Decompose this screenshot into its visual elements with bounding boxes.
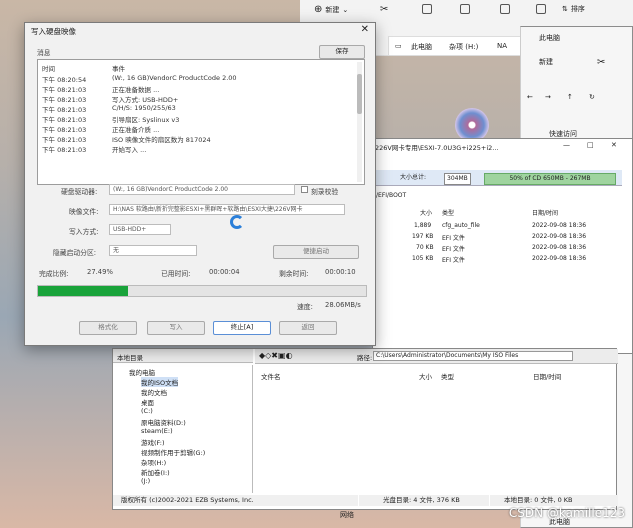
- log-scrollbar[interactable]: [357, 62, 362, 182]
- folder-icon: ▭: [395, 42, 402, 50]
- list-item: 下午 08:21:03 开始写入 ...: [42, 146, 147, 154]
- tree-item[interactable]: 我的电脑: [129, 367, 155, 377]
- size-info-bar: 大小总计: 304MB 50% of CD 650MB - 267MB: [372, 170, 622, 186]
- tree-item[interactable]: 我的文档: [141, 387, 167, 397]
- tree-item[interactable]: 视频制作用于剪辑(G:): [141, 447, 205, 457]
- new-label: 新建: [325, 5, 340, 14]
- list-item: 下午 08:21:03 C/H/S: 1950/255/63: [42, 104, 176, 114]
- list-item: 下午 08:20:54 (W:, 16 GB)VendorC ProductCod…: [42, 74, 237, 84]
- local-status: 本地目录: 0 文件, 0 KB: [490, 495, 618, 506]
- minimize-icon[interactable]: —: [563, 141, 570, 149]
- dialog-title: 写入硬盘映像: [31, 27, 76, 36]
- iso-path: /EFI/BOOT: [376, 192, 407, 199]
- refresh-icon[interactable]: ↻: [589, 93, 595, 101]
- verify-label: 刻录校验: [311, 188, 339, 196]
- share-icon[interactable]: [536, 4, 546, 14]
- toolbar-icons[interactable]: ◆◇✖▣◐: [259, 351, 293, 360]
- local-path-bar: ◆◇✖▣◐ 路径: C:\Users\Administrator\Documen…: [255, 349, 618, 364]
- iso-file-list: 大小 类型 日期/时间 1,889 cfg_auto_file 2022-09-08…: [372, 206, 622, 326]
- log-list: 时间 事件 下午 08:20:54 (W:, 16 GB)VendorC Prod…: [37, 59, 365, 185]
- list-item: 下午 08:21:03 正在准备介质 ...: [42, 126, 160, 134]
- disc-status: 光盘目录: 4 文件, 376 KB: [359, 495, 489, 506]
- elapsed-time: 00:00:04: [209, 268, 240, 276]
- percent-complete: 27.49%: [87, 268, 113, 276]
- write-disk-image-dialog: 写入硬盘映像 ✕ 消息 保存 时间 事件 下午 08:20:54 (W:, 16 …: [24, 22, 376, 346]
- sort-button[interactable]: ⇅ 排序: [562, 4, 585, 14]
- local-dir-header: 本地目录: [113, 349, 253, 363]
- tree-item[interactable]: 我的ISO文档: [141, 377, 179, 387]
- list-item: 下午 08:21:03 ISO 映像文件的扇区数为 817024: [42, 136, 211, 144]
- save-button[interactable]: 保存: [319, 45, 365, 59]
- table-row[interactable]: 105 KB EFI 文件 2022-09-08 18:36: [372, 255, 622, 264]
- table-row[interactable]: 70 KB EFI 文件 2022-09-08 18:36: [372, 244, 622, 253]
- chevron-down-icon: ⌄: [342, 5, 349, 14]
- drive-label: 硬盘驱动器:: [61, 188, 98, 196]
- hidden-partition-label: 隐藏启动分区:: [53, 249, 97, 257]
- drive-select[interactable]: (W:, 16 GB)VendorC ProductCode 2.00: [109, 184, 295, 195]
- window-title: 此电脑: [539, 34, 560, 42]
- list-item: 下午 08:21:03 写入方式: USB-HDD+: [42, 96, 179, 104]
- copy-icon[interactable]: [422, 4, 432, 14]
- breadcrumb-folder[interactable]: NA: [497, 42, 507, 50]
- network-nav[interactable]: 网络: [340, 510, 354, 520]
- iso-disc-icon: [455, 108, 489, 142]
- capacity-bar: 50% of CD 650MB - 267MB: [484, 173, 616, 185]
- paste-icon[interactable]: [460, 4, 470, 14]
- image-file-label: 映像文件:: [69, 208, 99, 216]
- write-method-select[interactable]: USB-HDD+: [109, 224, 171, 235]
- busy-cursor-icon: [230, 215, 244, 229]
- close-icon[interactable]: ✕: [361, 24, 369, 35]
- breadcrumb-drive[interactable]: 杂项 (H:): [449, 42, 478, 52]
- tree-item[interactable]: 新加卷(I:): [141, 467, 170, 477]
- forward-icon[interactable]: →: [545, 93, 551, 101]
- local-columns: 文件名 大小 类型 日期/时间: [261, 373, 562, 381]
- log-header: 时间 事件: [42, 65, 125, 73]
- progress-fill: [38, 286, 129, 296]
- write-method-label: 写入方式:: [69, 228, 99, 236]
- tree-item[interactable]: (J:): [141, 477, 150, 485]
- ultraiso-title: 226V网卡专用\ESXI-7.0U3G+i225+i2...: [375, 144, 499, 152]
- tree-item[interactable]: (C:): [141, 407, 153, 415]
- breadcrumb-this-pc[interactable]: 此电脑: [411, 42, 432, 52]
- back-icon[interactable]: ←: [527, 93, 533, 101]
- verify-checkbox[interactable]: [301, 186, 308, 193]
- copyright-status: 版权所有 (c)2002-2021 EZB Systems, Inc.: [113, 495, 358, 506]
- remaining-time: 00:00:10: [325, 268, 356, 276]
- local-path-input[interactable]: C:\Users\Administrator\Documents\My ISO …: [373, 351, 573, 361]
- cut-icon-2[interactable]: ✂: [597, 57, 605, 68]
- close-icon[interactable]: ✕: [611, 141, 617, 149]
- maximize-icon[interactable]: □: [587, 141, 594, 149]
- sort-icon: ⇅: [562, 5, 568, 13]
- new-button[interactable]: ⊕ 新建 ⌄: [314, 4, 348, 15]
- table-row[interactable]: 197 KB EFI 文件 2022-09-08 18:36: [372, 233, 622, 242]
- local-directory-panel: 本地目录 ◆◇✖▣◐ 路径: C:\Users\Administrator\Do…: [112, 348, 618, 510]
- tree-item[interactable]: 游戏(F:): [141, 437, 165, 447]
- write-button[interactable]: 写入: [147, 321, 205, 335]
- up-icon[interactable]: ↑: [567, 93, 573, 101]
- write-speed: 28.06MB/s: [325, 301, 361, 309]
- tree-item[interactable]: 原电脑资料(D:): [141, 417, 186, 427]
- directory-tree: 我的电脑 我的ISO文档 我的文档 桌面 (C:) 原电脑资料(D:) stea…: [113, 365, 253, 493]
- tree-item[interactable]: 杂项(H:): [141, 457, 166, 467]
- list-item: 下午 08:21:03 正在准备数据 ...: [42, 86, 160, 94]
- new-button-2[interactable]: 新建: [539, 57, 553, 67]
- stop-button[interactable]: 终止[A]: [213, 321, 271, 335]
- back-button[interactable]: 返回: [279, 321, 337, 335]
- plus-icon: ⊕: [314, 4, 323, 15]
- rename-icon[interactable]: [500, 4, 510, 14]
- message-label: 消息: [37, 49, 51, 57]
- tree-item[interactable]: steam(E:): [141, 427, 173, 435]
- format-button[interactable]: 格式化: [79, 321, 137, 335]
- hidden-partition-select[interactable]: 无: [109, 245, 197, 256]
- watermark: CSDN @kamille123: [508, 506, 625, 520]
- write-progress-bar: [37, 285, 367, 297]
- convenient-boot-button[interactable]: 便捷启动: [273, 245, 359, 259]
- table-row[interactable]: 1,889 cfg_auto_file 2022-09-08 18:36: [372, 222, 622, 231]
- scrollbar-thumb[interactable]: [357, 74, 362, 114]
- image-file-input[interactable]: H:\NAS 软路由\新折完整影ESXI+黑群晖+软路由\ESXI大捷\226V…: [109, 204, 345, 215]
- list-item: 下午 08:21:03 引导扇区: Syslinux v3: [42, 116, 180, 124]
- tree-item[interactable]: 桌面: [141, 397, 154, 407]
- cut-icon[interactable]: ✂: [380, 4, 388, 15]
